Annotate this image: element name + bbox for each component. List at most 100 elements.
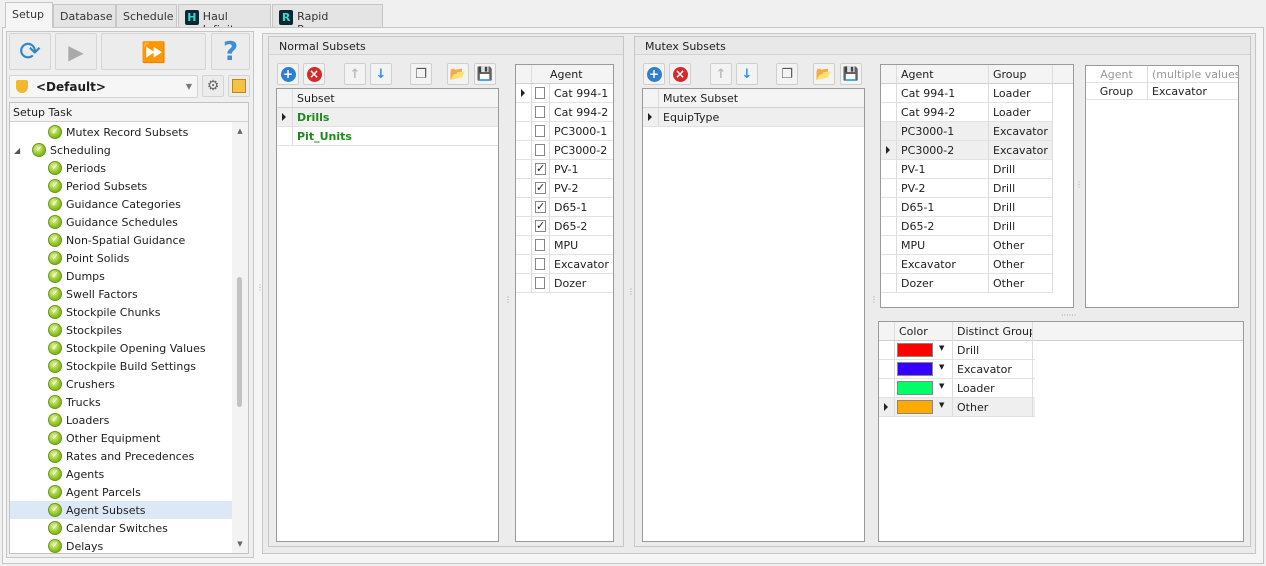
group-name[interactable]: Loader (989, 103, 1053, 122)
scroll-thumb[interactable] (237, 277, 242, 407)
property-value[interactable]: (multiple values) (1148, 66, 1238, 83)
group-name[interactable]: Excavator (989, 141, 1053, 160)
color-picker[interactable]: ▼ (895, 379, 953, 398)
agent-column-header[interactable]: Agent (532, 65, 613, 84)
open-button[interactable]: 📂 (447, 63, 469, 85)
agent-group-row[interactable]: MPU Other (881, 236, 1053, 255)
agent-group-row[interactable]: D65-1 Drill (881, 198, 1053, 217)
splitter-handle[interactable]: ⋮ (504, 295, 512, 304)
delete-button[interactable]: × (303, 63, 325, 85)
tree-item[interactable]: ✓ Stockpiles (10, 321, 233, 339)
agent-checkbox[interactable]: ✓ (535, 163, 547, 175)
subset-row[interactable]: EquipType (643, 108, 864, 127)
tree-item[interactable]: ✓ Period Subsets (10, 177, 233, 195)
group-name[interactable]: Loader (989, 84, 1053, 103)
tree-item[interactable]: ✓ Swell Factors (10, 285, 233, 303)
tree-item[interactable]: ✓ Stockpile Chunks (10, 303, 233, 321)
run-button[interactable]: ▶ (55, 33, 97, 70)
save-button[interactable]: 💾 (474, 63, 496, 85)
distinct-group-row[interactable]: ▼ Excavator (879, 360, 1035, 379)
tree-item[interactable]: ✓ Trucks (10, 393, 233, 411)
tree-item[interactable]: ✓ Agent Subsets (10, 501, 233, 519)
delete-button[interactable]: × (669, 63, 691, 85)
agent-row[interactable]: Cat 994-1 (516, 84, 613, 103)
tree-item[interactable]: ✓ Stockpile Build Settings (10, 357, 233, 375)
agent-row[interactable]: MPU (516, 236, 613, 255)
move-up-button[interactable]: ↑ (710, 63, 732, 85)
distinct-group-column-header[interactable]: Distinct Group (953, 322, 1033, 341)
agent-group-row[interactable]: Cat 994-1 Loader (881, 84, 1053, 103)
tree-item[interactable]: ✓ Stockpile Opening Values (10, 339, 233, 357)
agent-group-row[interactable]: Cat 994-2 Loader (881, 103, 1053, 122)
group-name[interactable]: Excavator (989, 122, 1053, 141)
agent-row[interactable]: Excavator (516, 255, 613, 274)
move-up-button[interactable]: ↑ (344, 63, 366, 85)
subset-name[interactable]: Drills (293, 108, 498, 127)
agent-row[interactable]: Dozer (516, 274, 613, 293)
group-name[interactable]: Drill (989, 198, 1053, 217)
agent-group-row[interactable]: PV-2 Drill (881, 179, 1053, 198)
chevron-down-icon[interactable]: ▼ (939, 401, 944, 417)
agent-checkbox[interactable] (535, 258, 545, 270)
agent-row[interactable]: PC3000-1 (516, 122, 613, 141)
tree-scrollbar[interactable]: ▲ ▼ (232, 122, 248, 553)
agent-checkbox[interactable] (535, 144, 545, 156)
add-button[interactable]: + (277, 63, 299, 85)
chevron-down-icon[interactable]: ▼ (939, 363, 944, 379)
agent-row[interactable]: ✓ D65-1 (516, 198, 613, 217)
tree-item[interactable]: ✓ Guidance Schedules (10, 213, 233, 231)
group-name[interactable]: Other (989, 255, 1053, 274)
subset-column-header[interactable]: Mutex Subset (659, 89, 864, 108)
tree-item[interactable]: ✓ Calendar Switches (10, 519, 233, 537)
tab-database[interactable]: Database (53, 4, 116, 27)
splitter-handle[interactable]: ⋮ (870, 295, 878, 304)
distinct-group-row[interactable]: ▼ Loader (879, 379, 1035, 398)
splitter-handle[interactable]: ⋮ (1075, 180, 1083, 189)
splitter-handle[interactable]: ······ (1061, 311, 1076, 320)
scroll-up-icon[interactable]: ▲ (232, 127, 248, 135)
subset-row[interactable]: Drills (277, 108, 498, 127)
help-button[interactable]: ? (211, 33, 250, 70)
tree-item[interactable]: ✓ Agents (10, 465, 233, 483)
property-value[interactable]: Excavator (1148, 83, 1238, 100)
tree-item[interactable]: ✓ Periods (10, 159, 233, 177)
group-column-header[interactable]: Group (989, 65, 1053, 84)
tab-setup[interactable]: Setup (5, 2, 53, 28)
tree-item[interactable]: ✓ Other Equipment (10, 429, 233, 447)
agent-group-row[interactable]: D65-2 Drill (881, 217, 1053, 236)
tab-haul-infinity[interactable]: HHaul Infinity (178, 4, 271, 36)
agent-row[interactable]: ✓ D65-2 (516, 217, 613, 236)
agent-checkbox[interactable] (535, 239, 545, 251)
agent-row[interactable]: ✓ PV-2 (516, 179, 613, 198)
tab-schedule[interactable]: Schedule (116, 4, 177, 27)
agent-column-header[interactable]: Agent (897, 65, 989, 84)
property-row[interactable]: Group Excavator (1086, 83, 1238, 100)
note-button[interactable] (228, 75, 250, 97)
tree-item[interactable]: ✓ Loaders (10, 411, 233, 429)
settings-button[interactable]: ⚙ (202, 75, 224, 97)
color-column-header[interactable]: Color (895, 322, 953, 341)
move-down-button[interactable]: ↓ (370, 63, 392, 85)
color-picker[interactable]: ▼ (895, 360, 953, 379)
scroll-down-icon[interactable]: ▼ (232, 540, 248, 548)
add-button[interactable]: + (643, 63, 665, 85)
tree-item[interactable]: ✓ Non-Spatial Guidance (10, 231, 233, 249)
tree-item[interactable]: ✓ Delays (10, 537, 233, 553)
agent-row[interactable]: ✓ PV-1 (516, 160, 613, 179)
tree-item[interactable]: ✓ Agent Parcels (10, 483, 233, 501)
subset-column-header[interactable]: Subset (293, 89, 498, 108)
agent-group-row[interactable]: Dozer Other (881, 274, 1053, 293)
distinct-group-row[interactable]: ▼ Other (879, 398, 1035, 417)
color-picker[interactable]: ▼ (895, 398, 953, 417)
chevron-down-icon[interactable]: ▼ (939, 382, 944, 398)
agent-checkbox[interactable]: ✓ (535, 182, 547, 194)
tree-item[interactable]: ◢ ✓ Scheduling (10, 141, 233, 159)
run-all-button[interactable]: ⏩ (101, 33, 206, 70)
agent-row[interactable]: PC3000-2 (516, 141, 613, 160)
agent-checkbox[interactable] (535, 106, 545, 118)
color-picker[interactable]: ▼ (895, 341, 953, 360)
property-row[interactable]: Agent (multiple values) (1086, 66, 1238, 83)
copy-button[interactable]: ❐ (410, 63, 432, 85)
agent-checkbox[interactable] (535, 125, 545, 137)
agent-checkbox[interactable]: ✓ (535, 220, 547, 232)
